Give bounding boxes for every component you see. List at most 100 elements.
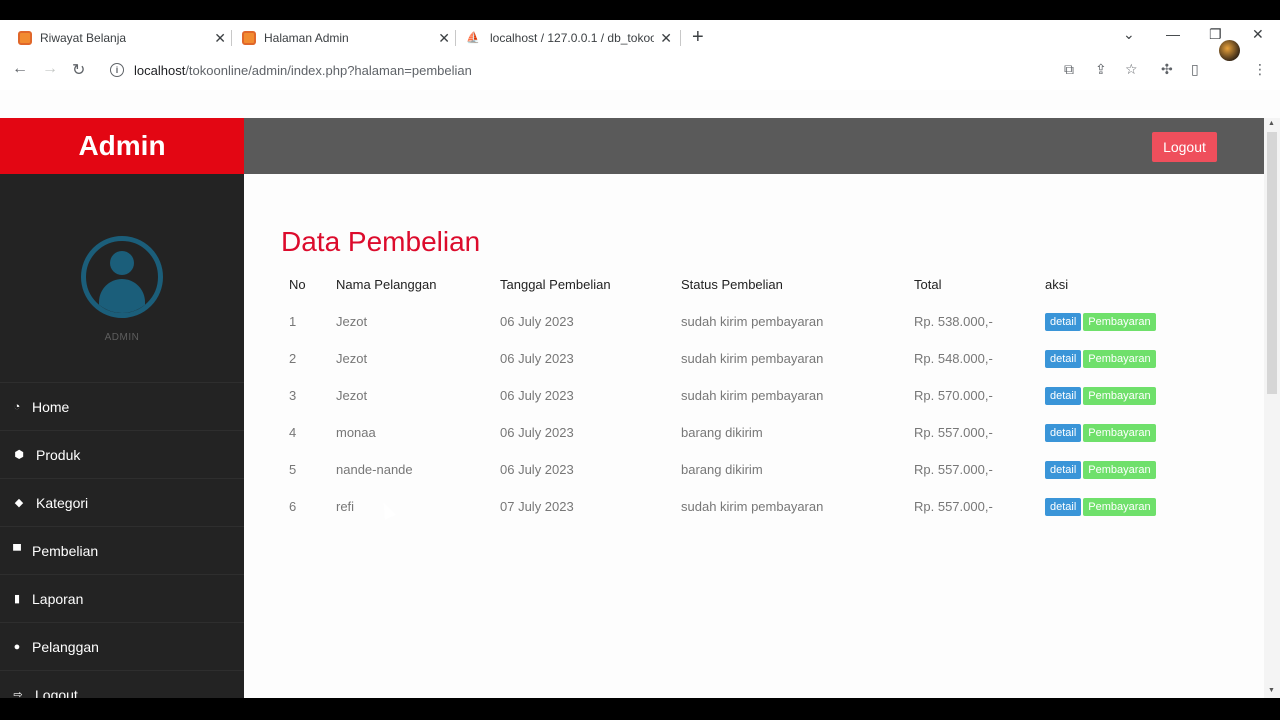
tab-search-chevron-icon[interactable]: ⌄ <box>1123 26 1135 43</box>
column-header: Total <box>914 277 942 292</box>
minimize-icon[interactable]: — <box>1166 26 1180 42</box>
share-icon[interactable]: ⇪ <box>1095 61 1107 78</box>
pembayaran-button[interactable]: Pembayaran <box>1083 349 1156 368</box>
sidebar-item-produk[interactable]: ⬢ Produk <box>0 430 244 478</box>
tab-label: localhost / 127.0.0.1 / db_tokoon <box>490 31 654 45</box>
extensions-puzzle-icon[interactable]: ✣ <box>1161 61 1173 78</box>
main-content: Data Pembelian No Nama Pelanggan Tanggal… <box>244 174 1264 698</box>
cell-total: Rp. 548.000,- <box>914 351 993 366</box>
close-window-icon[interactable]: ✕ <box>1252 26 1264 43</box>
screen-frame: Riwayat Belanja ✕ Halaman Admin ✕ ⛵ loca… <box>0 0 1280 720</box>
sidebar-item-kategori[interactable]: ◆ Kategori <box>0 478 244 526</box>
scrollbar-thumb[interactable] <box>1267 132 1277 394</box>
cell-no: 4 <box>289 425 297 440</box>
cell-nama: Jezot <box>336 388 368 403</box>
profile-avatar[interactable] <box>1219 40 1240 61</box>
url-host: localhost <box>134 62 186 78</box>
new-tab-icon[interactable]: + <box>692 26 704 49</box>
close-icon[interactable]: ✕ <box>438 30 450 47</box>
cell-aksi: detail Pembayaran <box>1037 377 1187 414</box>
detail-button[interactable]: detail <box>1045 349 1082 368</box>
url-path: /tokoonline/admin/index.php?halaman=pemb… <box>185 62 472 78</box>
pembayaran-button[interactable]: Pembayaran <box>1083 497 1156 516</box>
page-title: Data Pembelian <box>281 226 481 257</box>
close-icon[interactable]: ✕ <box>214 30 226 47</box>
sidebar-item-laporan[interactable]: ▮ Laporan <box>0 574 244 622</box>
page-scrollbar[interactable]: ▲ ▼ <box>1264 118 1280 698</box>
back-icon[interactable]: ← <box>12 60 28 78</box>
sidebar-item-home[interactable]: ◔ Home <box>0 382 244 430</box>
detail-button[interactable]: detail <box>1045 312 1082 331</box>
sidebar-item-pembelian[interactable]: ▀ Pembelian <box>0 526 244 574</box>
detail-button[interactable]: detail <box>1045 386 1082 405</box>
cell-no: 6 <box>289 499 297 514</box>
cell-total: Rp. 557.000,- <box>914 499 993 514</box>
cell-aksi: detail Pembayaran <box>1037 414 1187 451</box>
cell-status: barang dikirim <box>681 425 763 440</box>
restore-icon[interactable]: ❐ <box>1209 26 1222 43</box>
detail-button[interactable]: detail <box>1045 460 1082 479</box>
cell-nama: nande-nande <box>336 462 413 477</box>
pembayaran-button[interactable]: Pembayaran <box>1083 423 1156 442</box>
cell-nama: refi <box>336 499 355 514</box>
tab-strip: Riwayat Belanja ✕ Halaman Admin ✕ ⛵ loca… <box>0 20 1280 52</box>
cell-status: sudah kirim pembayaran <box>681 388 824 403</box>
column-header: Nama Pelanggan <box>336 277 437 292</box>
cube-icon: ⬢ <box>14 449 24 461</box>
sidebar-item-label: Pelanggan <box>32 638 99 655</box>
table-header-row: No Nama Pelanggan Tanggal Pembelian Stat… <box>281 266 1187 303</box>
tab-riwayat-belanja[interactable]: Riwayat Belanja ✕ <box>18 24 226 52</box>
translate-icon[interactable]: ⧉ <box>1064 61 1074 78</box>
bookmark-star-icon[interactable]: ☆ <box>1125 61 1138 78</box>
tab-label: Halaman Admin <box>264 31 349 45</box>
detail-button[interactable]: detail <box>1045 423 1082 442</box>
tab-phpmyadmin[interactable]: ⛵ localhost / 127.0.0.1 / db_tokoon ✕ <box>466 24 672 52</box>
cell-total: Rp. 538.000,- <box>914 314 993 329</box>
cell-nama: Jezot <box>336 314 368 329</box>
cell-no: 3 <box>289 388 297 403</box>
cell-no: 1 <box>289 314 297 329</box>
scroll-up-icon[interactable]: ▲ <box>1268 120 1275 127</box>
logout-button[interactable]: Logout <box>1152 132 1217 162</box>
side-panel-icon[interactable]: ▯ <box>1191 61 1199 78</box>
sidebar-item-logout[interactable]: ⇨ Logout <box>0 670 244 698</box>
menu-kebab-icon[interactable]: ⋮ <box>1253 61 1267 78</box>
cell-aksi: detail Pembayaran <box>1037 303 1187 340</box>
cell-tanggal: 07 July 2023 <box>500 499 574 514</box>
top-navbar: Logout <box>244 118 1264 174</box>
phpmyadmin-favicon-icon: ⛵ <box>466 32 480 44</box>
tab-separator <box>455 30 456 46</box>
column-header: aksi <box>1045 277 1069 292</box>
sidebar: ADMIN ◔ Home ⬢ Produk ◆ Kategori ▀ Pembe… <box>0 174 244 698</box>
cell-no: 5 <box>289 462 297 477</box>
cell-tanggal: 06 July 2023 <box>500 314 574 329</box>
sign-out-icon: ⇨ <box>13 689 23 698</box>
user-role: ADMIN <box>104 332 140 343</box>
detail-button[interactable]: detail <box>1045 497 1082 516</box>
web-page: Admin Logout ADMIN ◔ Home ⬢ Produk ◆ Kat… <box>0 90 1280 698</box>
cell-status: sudah kirim pembayaran <box>681 351 824 366</box>
site-info-icon[interactable]: i <box>110 63 124 77</box>
tag-icon: ◆ <box>14 497 24 509</box>
sidebar-item-label: Produk <box>36 446 81 463</box>
sidebar-item-pelanggan[interactable]: ● Pelanggan <box>0 622 244 670</box>
close-icon[interactable]: ✕ <box>660 30 672 47</box>
table-row: 4 monaa 06 July 2023 barang dikirim Rp. … <box>281 414 1187 451</box>
file-icon: ▮ <box>13 593 21 605</box>
reload-icon[interactable]: ↻ <box>72 60 85 80</box>
sidebar-item-label: Logout <box>35 686 78 699</box>
tab-halaman-admin[interactable]: Halaman Admin ✕ <box>242 24 450 52</box>
cell-aksi: detail Pembayaran <box>1037 451 1187 488</box>
cart-icon: ▀ <box>13 544 21 557</box>
address-bar[interactable]: i localhost/tokoonline/admin/index.php?h… <box>108 58 1048 82</box>
pembayaran-button[interactable]: Pembayaran <box>1083 312 1156 331</box>
cell-total: Rp. 570.000,- <box>914 388 993 403</box>
forward-icon[interactable]: → <box>42 60 58 78</box>
pembayaran-button[interactable]: Pembayaran <box>1083 460 1156 479</box>
brand-logo: Admin <box>0 118 244 174</box>
pembayaran-button[interactable]: Pembayaran <box>1083 386 1156 405</box>
scroll-down-icon[interactable]: ▼ <box>1268 687 1275 694</box>
cell-tanggal: 06 July 2023 <box>500 351 574 366</box>
browser-toolbar: ← → ↻ i localhost/tokoonline/admin/index… <box>0 54 1280 86</box>
sidebar-item-label: Kategori <box>36 494 89 511</box>
